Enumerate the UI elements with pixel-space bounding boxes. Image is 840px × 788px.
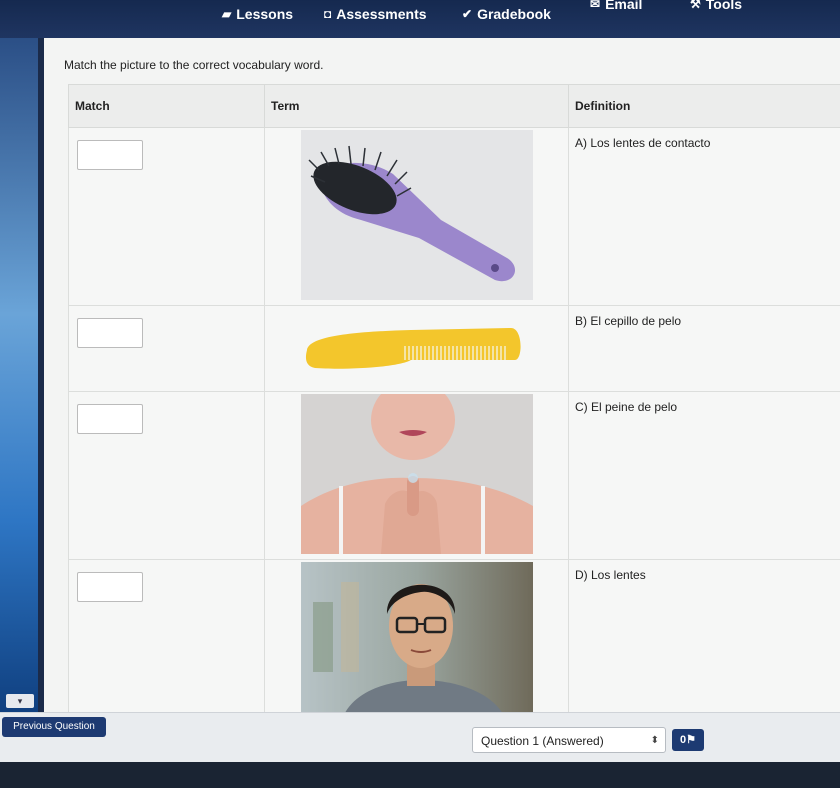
flag-button[interactable]: 0⚑ [672, 729, 704, 751]
matching-table: Match Term Definition A) Los lentes de c… [68, 84, 840, 726]
hair-brush-image [300, 130, 533, 300]
definition-d: D) Los lentes [575, 568, 646, 582]
definition-b: B) El cepillo de pelo [575, 314, 682, 328]
nav-lessons[interactable]: ▰ Lessons [222, 6, 293, 22]
header-definition: Definition [568, 84, 840, 128]
question-selector-value: Question 1 (Answered) [481, 734, 604, 748]
nav-tools[interactable]: ⚒ Tools [690, 0, 742, 12]
desktop-edge [0, 762, 840, 788]
nav-tools-label: Tools [705, 0, 743, 12]
checkmark-icon: ✔ [462, 7, 473, 21]
instructions-text: Match the picture to the correct vocabul… [64, 58, 324, 72]
definition-a: A) Los lentes de contacto [575, 136, 711, 150]
top-nav: ▰ Lessons ◘ Assessments ✔ Gradebook ✉ Em… [0, 0, 840, 38]
previous-question-button[interactable]: Previous Question [2, 717, 106, 737]
table-row: B) El cepillo de pelo [68, 305, 840, 392]
collapse-toggle[interactable]: ▾ [6, 694, 34, 708]
nav-lessons-label: Lessons [236, 6, 294, 22]
match-input[interactable] [77, 140, 143, 170]
chevron-down-icon: ▾ [17, 696, 23, 706]
comb-image [300, 308, 533, 388]
assessment-page: Match the picture to the correct vocabul… [44, 38, 840, 728]
question-footer: Previous Question Question 1 (Answered) … [0, 712, 840, 763]
book-icon: ▰ [222, 7, 232, 21]
nav-email-label: Email [605, 0, 643, 12]
flag-icon: ⚑ [686, 734, 696, 746]
contact-lens-photo [300, 394, 533, 554]
match-input[interactable] [77, 572, 143, 602]
header-term: Term [264, 84, 569, 128]
match-input[interactable] [77, 404, 143, 434]
select-arrows-icon: ⬍ [650, 735, 659, 746]
table-row: C) El peine de pelo [68, 391, 840, 560]
definition-c: C) El peine de pelo [575, 400, 678, 414]
match-input[interactable] [77, 318, 143, 348]
table-row: A) Los lentes de contacto [68, 127, 840, 306]
header-match: Match [68, 84, 265, 128]
nav-assessments-label: Assessments [336, 6, 427, 22]
man-with-glasses-photo [300, 562, 533, 722]
desktop-background [0, 38, 38, 728]
wrench-icon: ⚒ [690, 0, 701, 11]
nav-gradebook-label: Gradebook [477, 6, 551, 22]
table-row: D) Los lentes [68, 559, 840, 726]
assessment-icon: ◘ [324, 7, 332, 21]
nav-gradebook[interactable]: ✔ Gradebook [462, 6, 551, 22]
question-selector[interactable]: Question 1 (Answered) ⬍ [472, 727, 666, 753]
nav-email[interactable]: ✉ Email [590, 0, 642, 12]
envelope-icon: ✉ [590, 0, 601, 11]
nav-assessments[interactable]: ◘ Assessments [324, 6, 427, 22]
